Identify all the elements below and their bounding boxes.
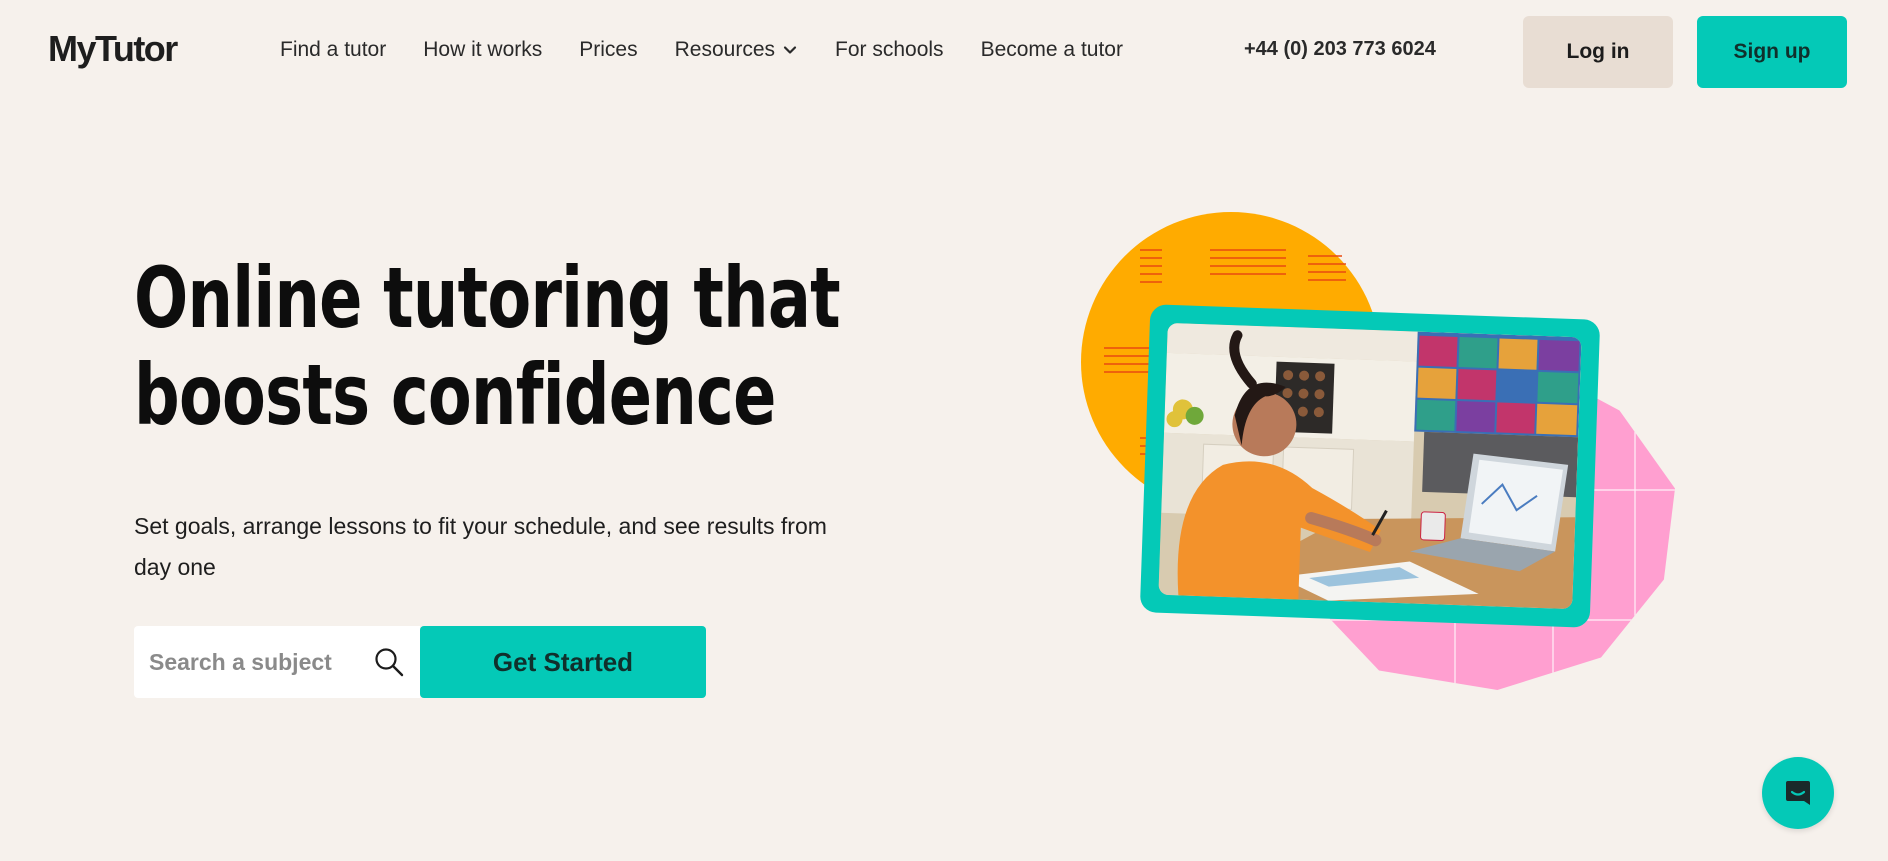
nav-resources-label: Resources — [674, 38, 776, 61]
title-line-2: boosts confidence — [134, 346, 776, 444]
phone-number[interactable]: +44 (0) 203 773 6024 — [1244, 38, 1436, 61]
hero-subtitle: Set goals, arrange lessons to fit your s… — [134, 513, 827, 580]
chat-icon — [1782, 777, 1814, 809]
nav-for-schools[interactable]: For schools — [835, 38, 944, 62]
nav-prices[interactable]: Prices — [579, 38, 637, 62]
nav-how-it-works[interactable]: How it works — [423, 38, 542, 62]
nav-find-a-tutor[interactable]: Find a tutor — [280, 38, 386, 62]
page-title: Online tutoring that boosts confidence — [134, 249, 841, 444]
hero-illustration — [1070, 200, 1690, 700]
search-icon[interactable] — [373, 646, 405, 678]
title-line-1: Online tutoring that — [134, 249, 841, 347]
search-box — [134, 626, 420, 698]
get-started-button[interactable]: Get Started — [420, 626, 706, 698]
photo-frame — [1139, 304, 1601, 628]
nav-become-a-tutor[interactable]: Become a tutor — [981, 38, 1123, 62]
signup-button[interactable]: Sign up — [1697, 16, 1847, 88]
logo[interactable]: MyTutor — [48, 28, 178, 70]
search-input[interactable] — [149, 648, 369, 676]
chevron-down-icon — [782, 42, 798, 58]
main-nav: Find a tutor How it works Prices Resourc… — [280, 38, 1160, 62]
login-button[interactable]: Log in — [1523, 16, 1673, 88]
nav-resources[interactable]: Resources — [675, 38, 798, 62]
chat-button[interactable] — [1762, 757, 1834, 829]
page: MyTutor Find a tutor How it works Prices… — [0, 0, 1888, 861]
student-photo — [1158, 322, 1582, 610]
